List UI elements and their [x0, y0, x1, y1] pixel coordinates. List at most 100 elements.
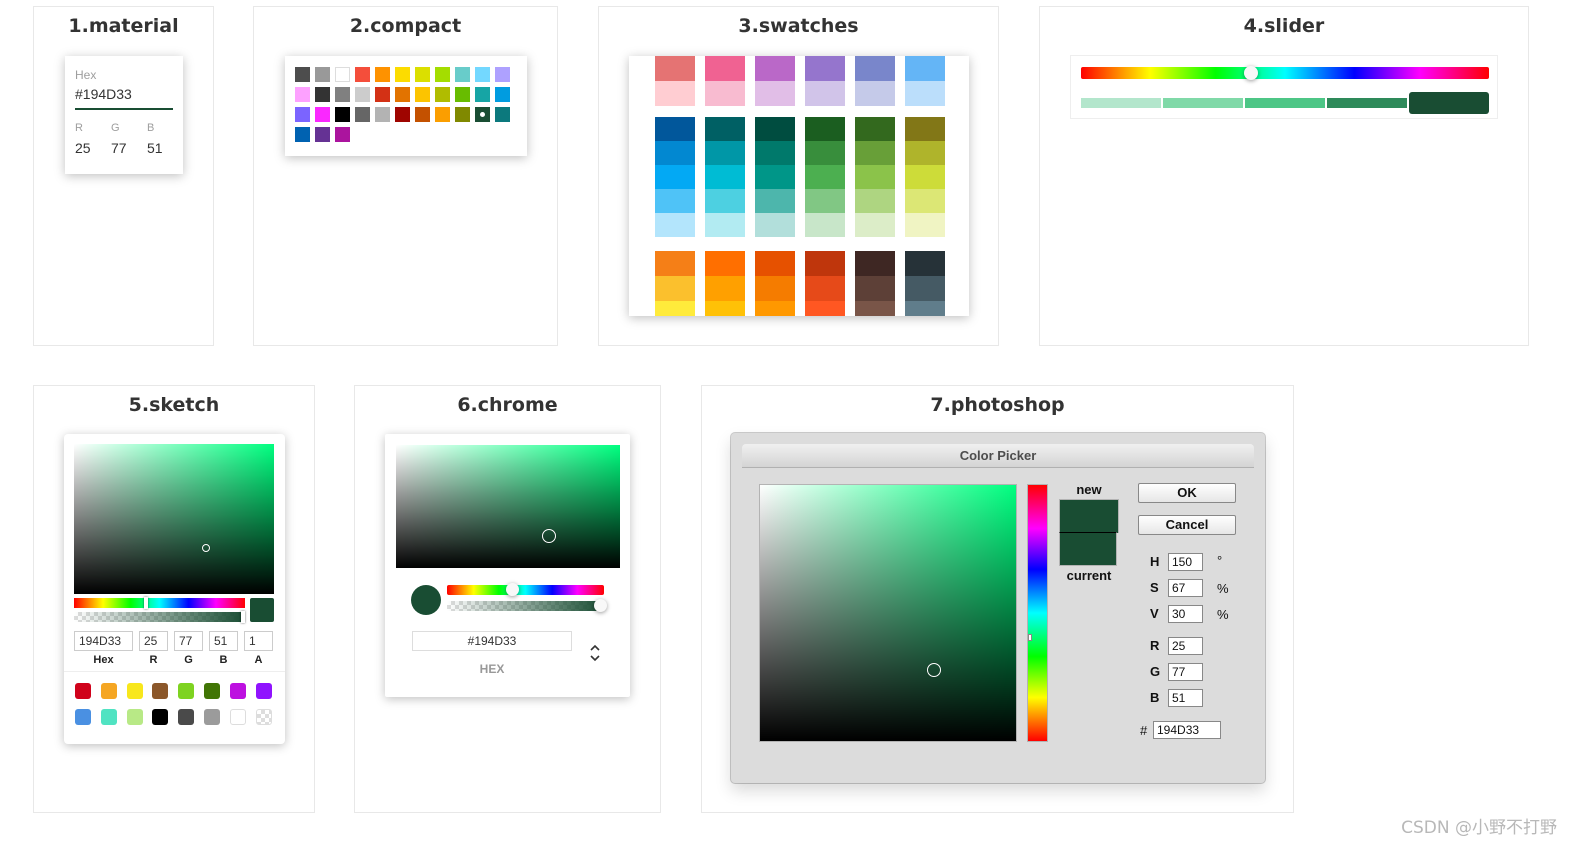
preset-swatch[interactable] [178, 683, 195, 699]
swatch-color[interactable] [755, 276, 795, 301]
swatch-color[interactable] [755, 56, 795, 81]
alpha-slider[interactable] [74, 612, 245, 622]
swatch-color[interactable] [655, 81, 695, 106]
swatch-color[interactable] [755, 213, 795, 237]
g-input[interactable]: 77 [174, 631, 203, 651]
saturation-pointer[interactable] [927, 663, 941, 677]
swatch-color[interactable] [755, 165, 795, 189]
hue-slider-thumb[interactable] [144, 597, 148, 609]
compact-swatch[interactable] [335, 87, 350, 102]
swatch-color[interactable] [905, 81, 945, 106]
slider-swatch[interactable] [1245, 98, 1325, 108]
swatch-color[interactable] [705, 301, 745, 316]
hue-slider[interactable] [1027, 484, 1048, 742]
g-input[interactable]: 77 [111, 140, 127, 156]
compact-swatch[interactable] [415, 107, 430, 122]
compact-swatch[interactable] [315, 87, 330, 102]
swatch-color[interactable] [905, 276, 945, 301]
hue-slider-pointer[interactable] [1028, 634, 1032, 641]
swatch-color[interactable] [905, 56, 945, 81]
compact-swatch[interactable] [315, 107, 330, 122]
swatch-color[interactable] [705, 165, 745, 189]
swatch-color[interactable] [755, 251, 795, 276]
saturation-pointer[interactable] [202, 544, 210, 552]
compact-swatch[interactable] [395, 87, 410, 102]
swatch-color[interactable] [755, 81, 795, 106]
b-input[interactable]: 51 [147, 140, 163, 156]
compact-swatch[interactable] [415, 87, 430, 102]
compact-swatch[interactable] [435, 67, 450, 82]
compact-swatch[interactable] [495, 87, 510, 102]
swatch-color[interactable] [655, 276, 695, 301]
v-input[interactable]: 30 [1168, 605, 1203, 623]
compact-swatch[interactable] [435, 107, 450, 122]
h-input[interactable]: 150 [1168, 553, 1203, 571]
swatch-color[interactable] [855, 165, 895, 189]
swatch-color[interactable] [705, 189, 745, 213]
swatch-color[interactable] [705, 251, 745, 276]
swatch-color[interactable] [755, 301, 795, 316]
swatch-color[interactable] [855, 251, 895, 276]
compact-swatch[interactable] [335, 107, 350, 122]
preset-swatch[interactable] [255, 709, 272, 725]
compact-swatch[interactable] [395, 67, 410, 82]
preset-swatch[interactable] [204, 709, 220, 725]
swatch-color[interactable] [905, 165, 945, 189]
r-input[interactable]: 25 [75, 140, 91, 156]
compact-swatch[interactable] [375, 107, 390, 122]
swatch-color[interactable] [905, 213, 945, 237]
preset-swatch[interactable] [229, 709, 246, 725]
compact-swatch[interactable] [355, 87, 370, 102]
preset-swatch[interactable] [152, 683, 169, 699]
g-input[interactable]: 77 [1168, 663, 1203, 681]
swatch-color[interactable] [805, 189, 845, 213]
r-input[interactable]: 25 [139, 631, 168, 651]
swatch-color[interactable] [905, 141, 945, 165]
swatch-color[interactable] [805, 141, 845, 165]
compact-swatch[interactable] [435, 87, 450, 102]
swatch-color[interactable] [855, 213, 895, 237]
compact-swatch[interactable] [495, 107, 510, 122]
compact-swatch[interactable] [375, 87, 390, 102]
swatch-color[interactable] [655, 56, 695, 81]
preset-swatch[interactable] [152, 709, 169, 725]
swatch-color[interactable] [805, 301, 845, 316]
cancel-button[interactable]: Cancel [1138, 515, 1236, 535]
hex-input[interactable]: #194D33 [412, 631, 572, 651]
hex-input[interactable]: 194D33 [1153, 721, 1221, 739]
b-input[interactable]: 51 [209, 631, 238, 651]
preset-swatch[interactable] [100, 683, 117, 699]
hue-slider[interactable] [74, 598, 245, 608]
preset-swatch[interactable] [178, 709, 195, 725]
hue-slider-thumb[interactable] [506, 583, 519, 596]
preset-swatch[interactable] [126, 683, 143, 699]
swatch-color[interactable] [905, 251, 945, 276]
alpha-slider-thumb[interactable] [594, 599, 607, 612]
b-input[interactable]: 51 [1168, 689, 1203, 707]
compact-swatch[interactable] [315, 67, 330, 82]
hex-input[interactable]: #194D33 [75, 86, 132, 102]
preset-swatch[interactable] [75, 709, 91, 725]
compact-swatch[interactable] [475, 67, 490, 82]
swatch-color[interactable] [805, 117, 845, 141]
compact-swatch[interactable] [455, 87, 470, 102]
compact-swatch[interactable] [295, 67, 310, 82]
swatch-color[interactable] [655, 189, 695, 213]
swatch-color[interactable] [805, 213, 845, 237]
slider-swatch[interactable] [1163, 98, 1243, 108]
swatch-color[interactable] [805, 56, 845, 81]
swatch-color[interactable] [705, 56, 745, 81]
slider-swatch[interactable] [1409, 92, 1489, 114]
swatch-color[interactable] [805, 276, 845, 301]
swatch-color[interactable] [705, 141, 745, 165]
a-input[interactable]: 1 [244, 631, 273, 651]
swatch-color[interactable] [655, 251, 695, 276]
slider-swatch[interactable] [1081, 98, 1161, 108]
compact-swatch[interactable] [455, 107, 470, 122]
compact-swatch[interactable] [395, 107, 410, 122]
saturation-area[interactable] [759, 484, 1017, 742]
compact-swatch[interactable] [495, 67, 510, 82]
hue-slider-thumb[interactable] [1244, 66, 1258, 80]
ok-button[interactable]: OK [1138, 483, 1236, 503]
swatch-color[interactable] [755, 117, 795, 141]
